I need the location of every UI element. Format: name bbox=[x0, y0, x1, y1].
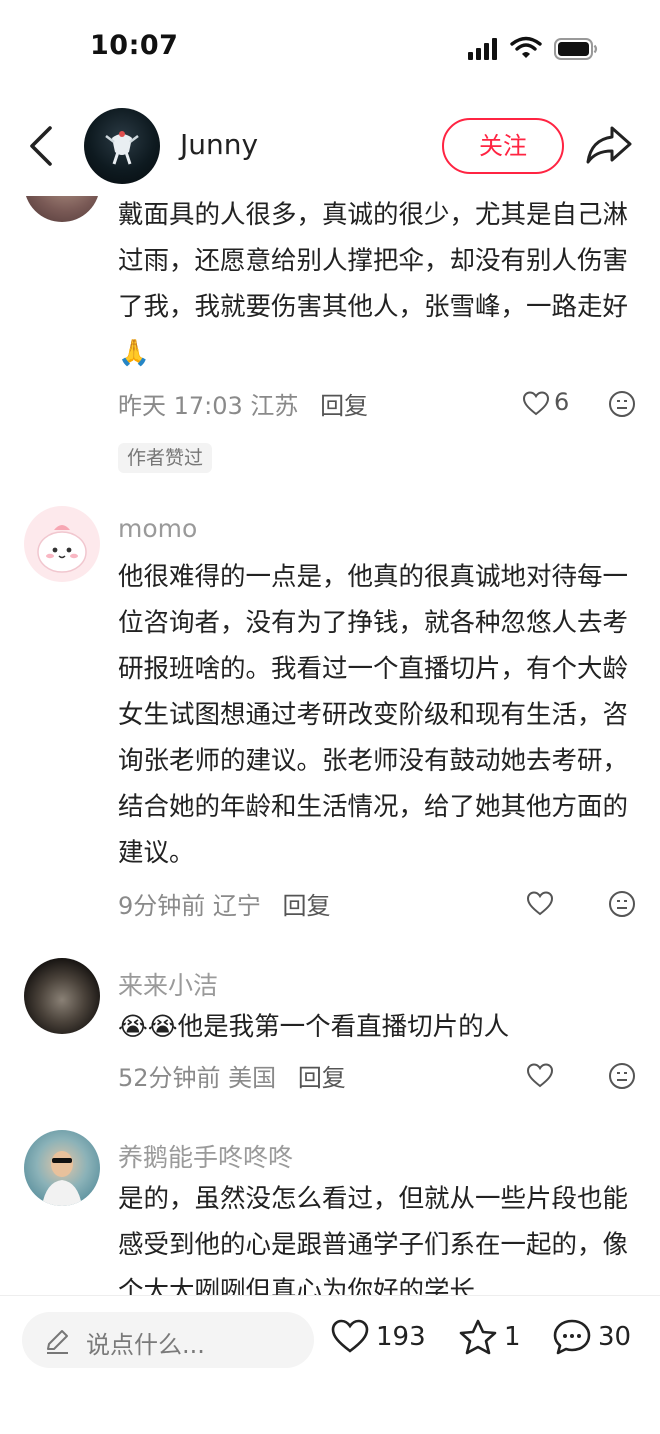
comment-time: 9分钟前 辽宁 bbox=[118, 892, 261, 920]
heart-icon bbox=[522, 391, 550, 416]
comment-like-button[interactable] bbox=[526, 1060, 586, 1092]
comment-text: 戴面具的人很多，真诚的很少，尤其是自己淋过雨，还愿意给别人撑把伞，却没有别人伤害… bbox=[118, 200, 629, 368]
like-count: 6 bbox=[554, 388, 570, 416]
avatar[interactable] bbox=[24, 506, 100, 582]
post-like-count: 193 bbox=[376, 1322, 426, 1352]
avatar-photo bbox=[42, 1151, 82, 1206]
heart-icon bbox=[526, 1063, 554, 1088]
avatar[interactable] bbox=[24, 958, 100, 1034]
comment-text: 是的，虽然没怎么看过，但就从一些片段也能感受到他的心是跟普通学子们系在一起的，像… bbox=[118, 1184, 629, 1295]
heart-icon bbox=[331, 1319, 369, 1353]
bottom-action-bar: 说点什么... 193 1 30 bbox=[0, 1295, 660, 1434]
neutral-face-icon[interactable] bbox=[608, 1062, 636, 1090]
comment-username[interactable]: 养鹅能手咚咚咚 bbox=[118, 1138, 293, 1174]
comment-time: 昨天 17:03 江苏 bbox=[118, 392, 299, 420]
comment-button[interactable]: 30 bbox=[552, 1314, 642, 1364]
comment-meta: 52分钟前 美国 回复 bbox=[118, 1058, 346, 1093]
star-icon bbox=[459, 1319, 497, 1355]
avatar-illustration bbox=[105, 131, 139, 165]
collect-button[interactable]: 1 bbox=[458, 1314, 528, 1364]
top-nav: Junny 关注 bbox=[0, 96, 660, 196]
reply-button[interactable]: 回复 bbox=[320, 392, 368, 420]
avatar[interactable] bbox=[24, 1130, 100, 1206]
post-like-button[interactable]: 193 bbox=[330, 1314, 430, 1364]
comment-count: 30 bbox=[598, 1322, 632, 1352]
reply-button[interactable]: 回复 bbox=[283, 892, 331, 920]
comment-like-button[interactable]: 6 bbox=[522, 388, 582, 420]
chat-bubble-icon bbox=[553, 1319, 591, 1355]
comment-meta: 昨天 17:03 江苏 回复 bbox=[118, 386, 368, 421]
reply-button[interactable]: 回复 bbox=[298, 1064, 346, 1092]
comment-username[interactable]: 来来小洁 bbox=[118, 966, 218, 1002]
comment-input-placeholder: 说点什么... bbox=[86, 1331, 205, 1359]
author-avatar[interactable] bbox=[84, 108, 160, 184]
chevron-left-icon[interactable] bbox=[22, 124, 62, 168]
comment-like-button[interactable] bbox=[526, 888, 586, 920]
pencil-icon bbox=[47, 1330, 68, 1354]
comment-input[interactable]: 说点什么... bbox=[22, 1312, 314, 1368]
author-name[interactable]: Junny bbox=[180, 128, 258, 161]
comment-time: 52分钟前 美国 bbox=[118, 1064, 277, 1092]
heart-icon bbox=[526, 891, 554, 916]
neutral-face-icon[interactable] bbox=[608, 890, 636, 918]
neutral-face-icon[interactable] bbox=[608, 390, 636, 418]
comment-text: 他很难得的一点是，他真的很真诚地对待每一位咨询者，没有为了挣钱，就各种忽悠人去考… bbox=[118, 562, 629, 868]
comment-username[interactable]: momo bbox=[118, 514, 197, 543]
comment-text: 😭😭他是我第一个看直播切片的人 bbox=[118, 1012, 510, 1042]
avatar-illustration bbox=[37, 525, 87, 573]
collect-count: 1 bbox=[504, 1322, 521, 1352]
share-arrow-icon[interactable] bbox=[584, 122, 634, 166]
follow-button[interactable]: 关注 bbox=[442, 118, 564, 174]
author-liked-badge: 作者赞过 bbox=[118, 443, 213, 473]
comment-meta: 9分钟前 辽宁 回复 bbox=[118, 886, 331, 921]
